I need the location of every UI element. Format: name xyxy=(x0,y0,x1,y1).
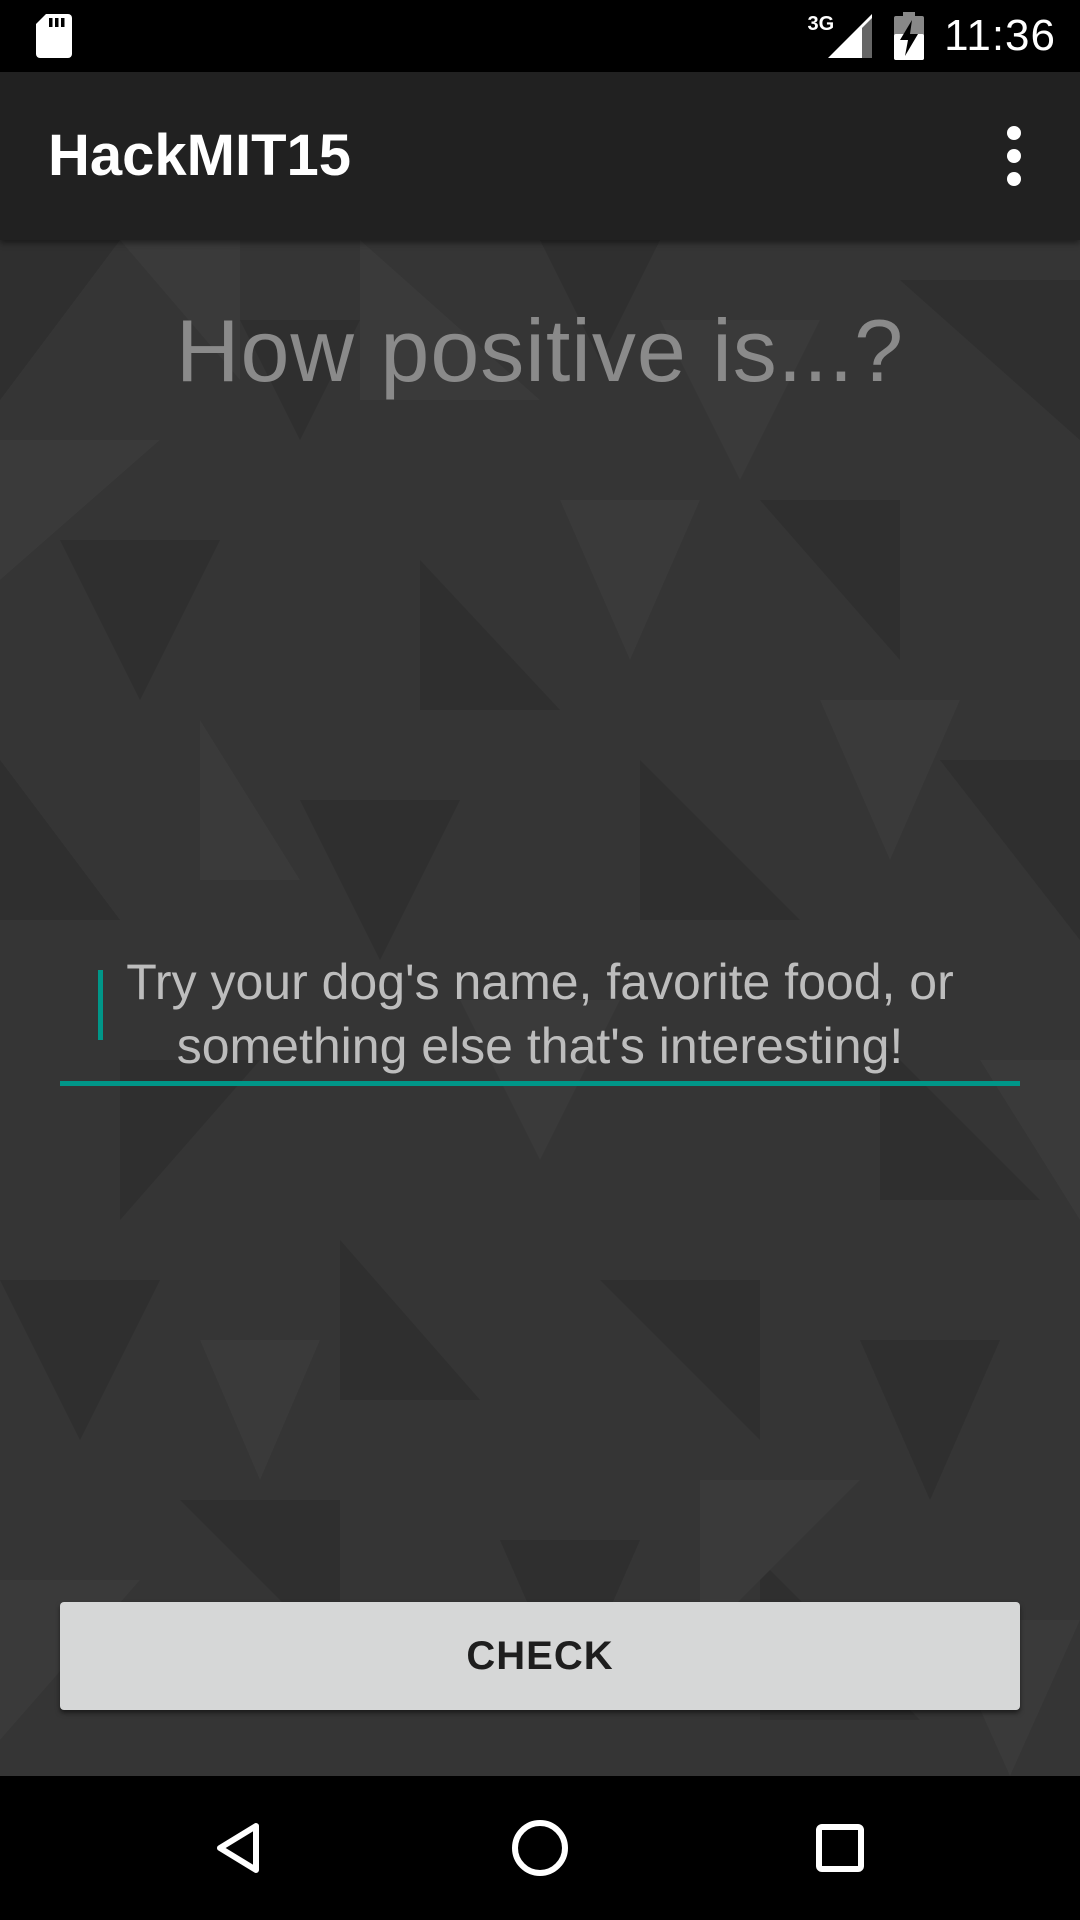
input-placeholder: Try your dog's name, favorite food, or s… xyxy=(126,954,954,1074)
navigation-bar xyxy=(0,1776,1080,1920)
app-title: HackMIT15 xyxy=(48,123,352,188)
home-icon[interactable] xyxy=(490,1798,590,1898)
phrase-input[interactable]: Try your dog's name, favorite food, or s… xyxy=(60,940,1020,1086)
menu-dot xyxy=(1007,172,1021,186)
signal-icon xyxy=(828,14,873,58)
battery-charging-icon xyxy=(894,12,925,60)
recents-icon[interactable] xyxy=(790,1798,890,1898)
menu-dot xyxy=(1007,126,1021,140)
headline: How positive is...? xyxy=(175,301,905,400)
status-bar: 3G 11:36 xyxy=(0,0,1080,72)
check-button[interactable]: CHECK xyxy=(60,1602,1020,1710)
overflow-menu-icon[interactable] xyxy=(966,108,1062,204)
status-indicators: 3G 11:36 xyxy=(807,0,1056,72)
main-content: How positive is...? Try your dog's name,… xyxy=(0,240,1080,1776)
menu-dot xyxy=(1007,149,1021,163)
clock: 11:36 xyxy=(944,11,1056,60)
app-screen: 3G 11:36 HackMIT15 How positive is...? T… xyxy=(0,0,1080,1920)
back-icon[interactable] xyxy=(190,1798,290,1898)
sd-card-icon xyxy=(36,14,72,58)
network-type: 3G xyxy=(807,12,835,35)
app-bar: HackMIT15 xyxy=(0,72,1080,240)
